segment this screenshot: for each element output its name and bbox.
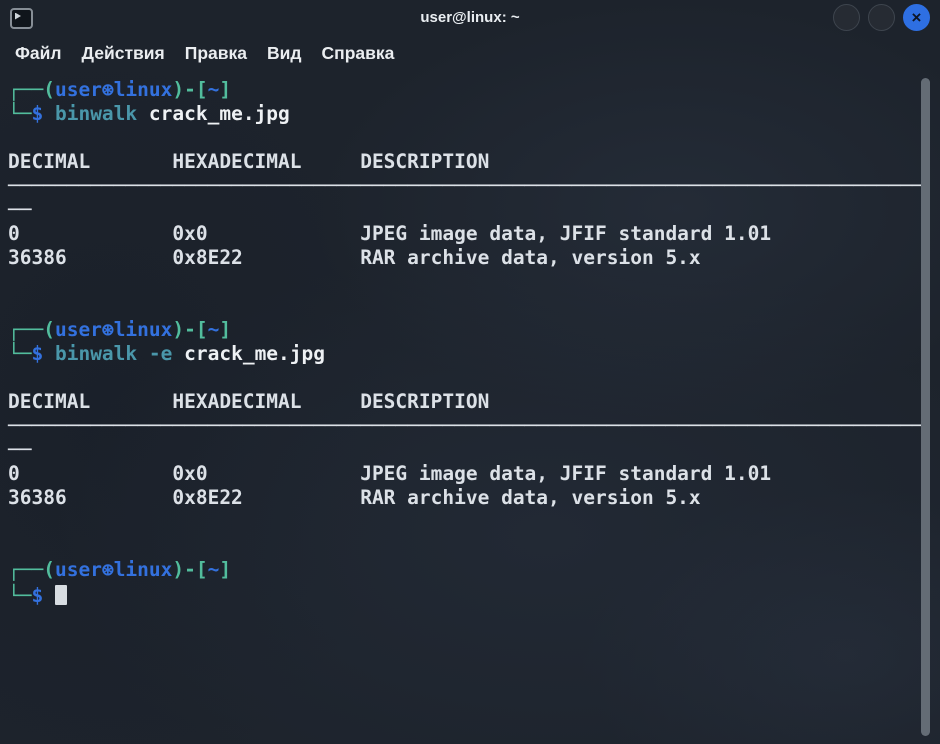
prompt-frame: ]	[219, 78, 231, 101]
table-separator-wrap: ──	[8, 438, 31, 461]
close-icon: ×	[912, 9, 922, 26]
terminal-window: user@linux: ~ × Файл Действия Правка Вид…	[0, 0, 940, 744]
prompt-at-symbol: ⊛	[102, 318, 114, 341]
table-separator: ────────────────────────────────────────…	[8, 414, 924, 437]
blank-line	[8, 534, 914, 558]
prompt-path: ~	[208, 318, 220, 341]
blank-line	[8, 510, 914, 534]
menu-file[interactable]: Файл	[5, 38, 72, 69]
blank-line	[8, 126, 914, 150]
prompt-line: ┌──(user⊛linux)-[~]	[8, 318, 914, 342]
prompt-line: ┌──(user⊛linux)-[~]	[8, 78, 914, 102]
table-separator-wrap: ──	[8, 438, 914, 462]
table-header: DECIMAL HEXADECIMAL DESCRIPTION	[8, 150, 489, 173]
text-cursor	[55, 585, 67, 605]
prompt-frame: )-[	[172, 318, 207, 341]
menu-bar: Файл Действия Правка Вид Справка	[0, 34, 940, 72]
command-line: └─$ binwalk -e crack_me.jpg	[8, 342, 914, 366]
table-separator: ────────────────────────────────────────…	[8, 174, 914, 198]
prompt-username: user	[55, 558, 102, 581]
terminal-app-icon[interactable]	[10, 8, 33, 29]
table-header: DECIMAL HEXADECIMAL DESCRIPTION	[8, 390, 489, 413]
menu-view[interactable]: Вид	[257, 38, 312, 69]
close-button[interactable]: ×	[903, 4, 930, 31]
prompt-hostname: linux	[114, 318, 173, 341]
table-row: 0 0x0 JPEG image data, JFIF standard 1.0…	[8, 222, 771, 245]
prompt-frame: ]	[219, 318, 231, 341]
menu-edit[interactable]: Правка	[175, 38, 257, 69]
terminal-output[interactable]: ┌──(user⊛linux)-[~]└─$ binwalk crack_me.…	[0, 72, 940, 738]
prompt-path: ~	[208, 558, 220, 581]
table-header: DECIMAL HEXADECIMAL DESCRIPTION	[8, 150, 914, 174]
maximize-button[interactable]	[868, 4, 895, 31]
prompt-frame: )-[	[172, 78, 207, 101]
table-separator-wrap: ──	[8, 198, 914, 222]
prompt-path: ~	[208, 78, 220, 101]
table-row: 36386 0x8E22 RAR archive data, version 5…	[8, 486, 914, 510]
command-line: └─$ binwalk crack_me.jpg	[8, 102, 914, 126]
command-argument: crack_me.jpg	[184, 342, 325, 365]
command: binwalk	[43, 102, 149, 125]
prompt-symbol: $	[31, 584, 43, 607]
table-separator: ────────────────────────────────────────…	[8, 174, 924, 197]
table-row: 0 0x0 JPEG image data, JFIF standard 1.0…	[8, 222, 914, 246]
window-controls: ×	[833, 4, 930, 31]
prompt-frame: ┌──(	[8, 318, 55, 341]
prompt-line: ┌──(user⊛linux)-[~]	[8, 558, 914, 582]
space	[43, 584, 55, 607]
command: binwalk -e	[43, 342, 184, 365]
prompt-frame: └─	[8, 102, 31, 125]
prompt-at-symbol: ⊛	[102, 558, 114, 581]
prompt-frame: └─	[8, 584, 31, 607]
blank-line	[8, 294, 914, 318]
table-row: 36386 0x8E22 RAR archive data, version 5…	[8, 246, 701, 269]
menu-actions[interactable]: Действия	[72, 38, 175, 69]
menu-help[interactable]: Справка	[312, 38, 405, 69]
prompt-frame: ]	[219, 558, 231, 581]
prompt-username: user	[55, 78, 102, 101]
prompt-frame: )-[	[172, 558, 207, 581]
prompt-username: user	[55, 318, 102, 341]
table-header: DECIMAL HEXADECIMAL DESCRIPTION	[8, 390, 914, 414]
minimize-button[interactable]	[833, 4, 860, 31]
scrollbar-thumb[interactable]	[921, 78, 930, 736]
prompt-symbol: $	[31, 342, 43, 365]
window-title: user@linux: ~	[0, 0, 940, 34]
blank-line	[8, 270, 914, 294]
prompt-frame: └─	[8, 342, 31, 365]
table-row: 0 0x0 JPEG image data, JFIF standard 1.0…	[8, 462, 914, 486]
prompt-hostname: linux	[114, 558, 173, 581]
table-row: 36386 0x8E22 RAR archive data, version 5…	[8, 486, 701, 509]
table-row: 36386 0x8E22 RAR archive data, version 5…	[8, 246, 914, 270]
titlebar: user@linux: ~ ×	[0, 0, 940, 34]
table-row: 0 0x0 JPEG image data, JFIF standard 1.0…	[8, 462, 771, 485]
scrollbar-track	[920, 76, 931, 738]
prompt-frame: ┌──(	[8, 558, 55, 581]
prompt-glyph-icon	[15, 13, 21, 20]
prompt-at-symbol: ⊛	[102, 78, 114, 101]
table-separator-wrap: ──	[8, 198, 31, 221]
prompt-symbol: $	[31, 102, 43, 125]
command-line: └─$	[8, 582, 914, 606]
command-argument: crack_me.jpg	[149, 102, 290, 125]
table-separator: ────────────────────────────────────────…	[8, 414, 914, 438]
prompt-frame: ┌──(	[8, 78, 55, 101]
prompt-hostname: linux	[114, 78, 173, 101]
blank-line	[8, 366, 914, 390]
